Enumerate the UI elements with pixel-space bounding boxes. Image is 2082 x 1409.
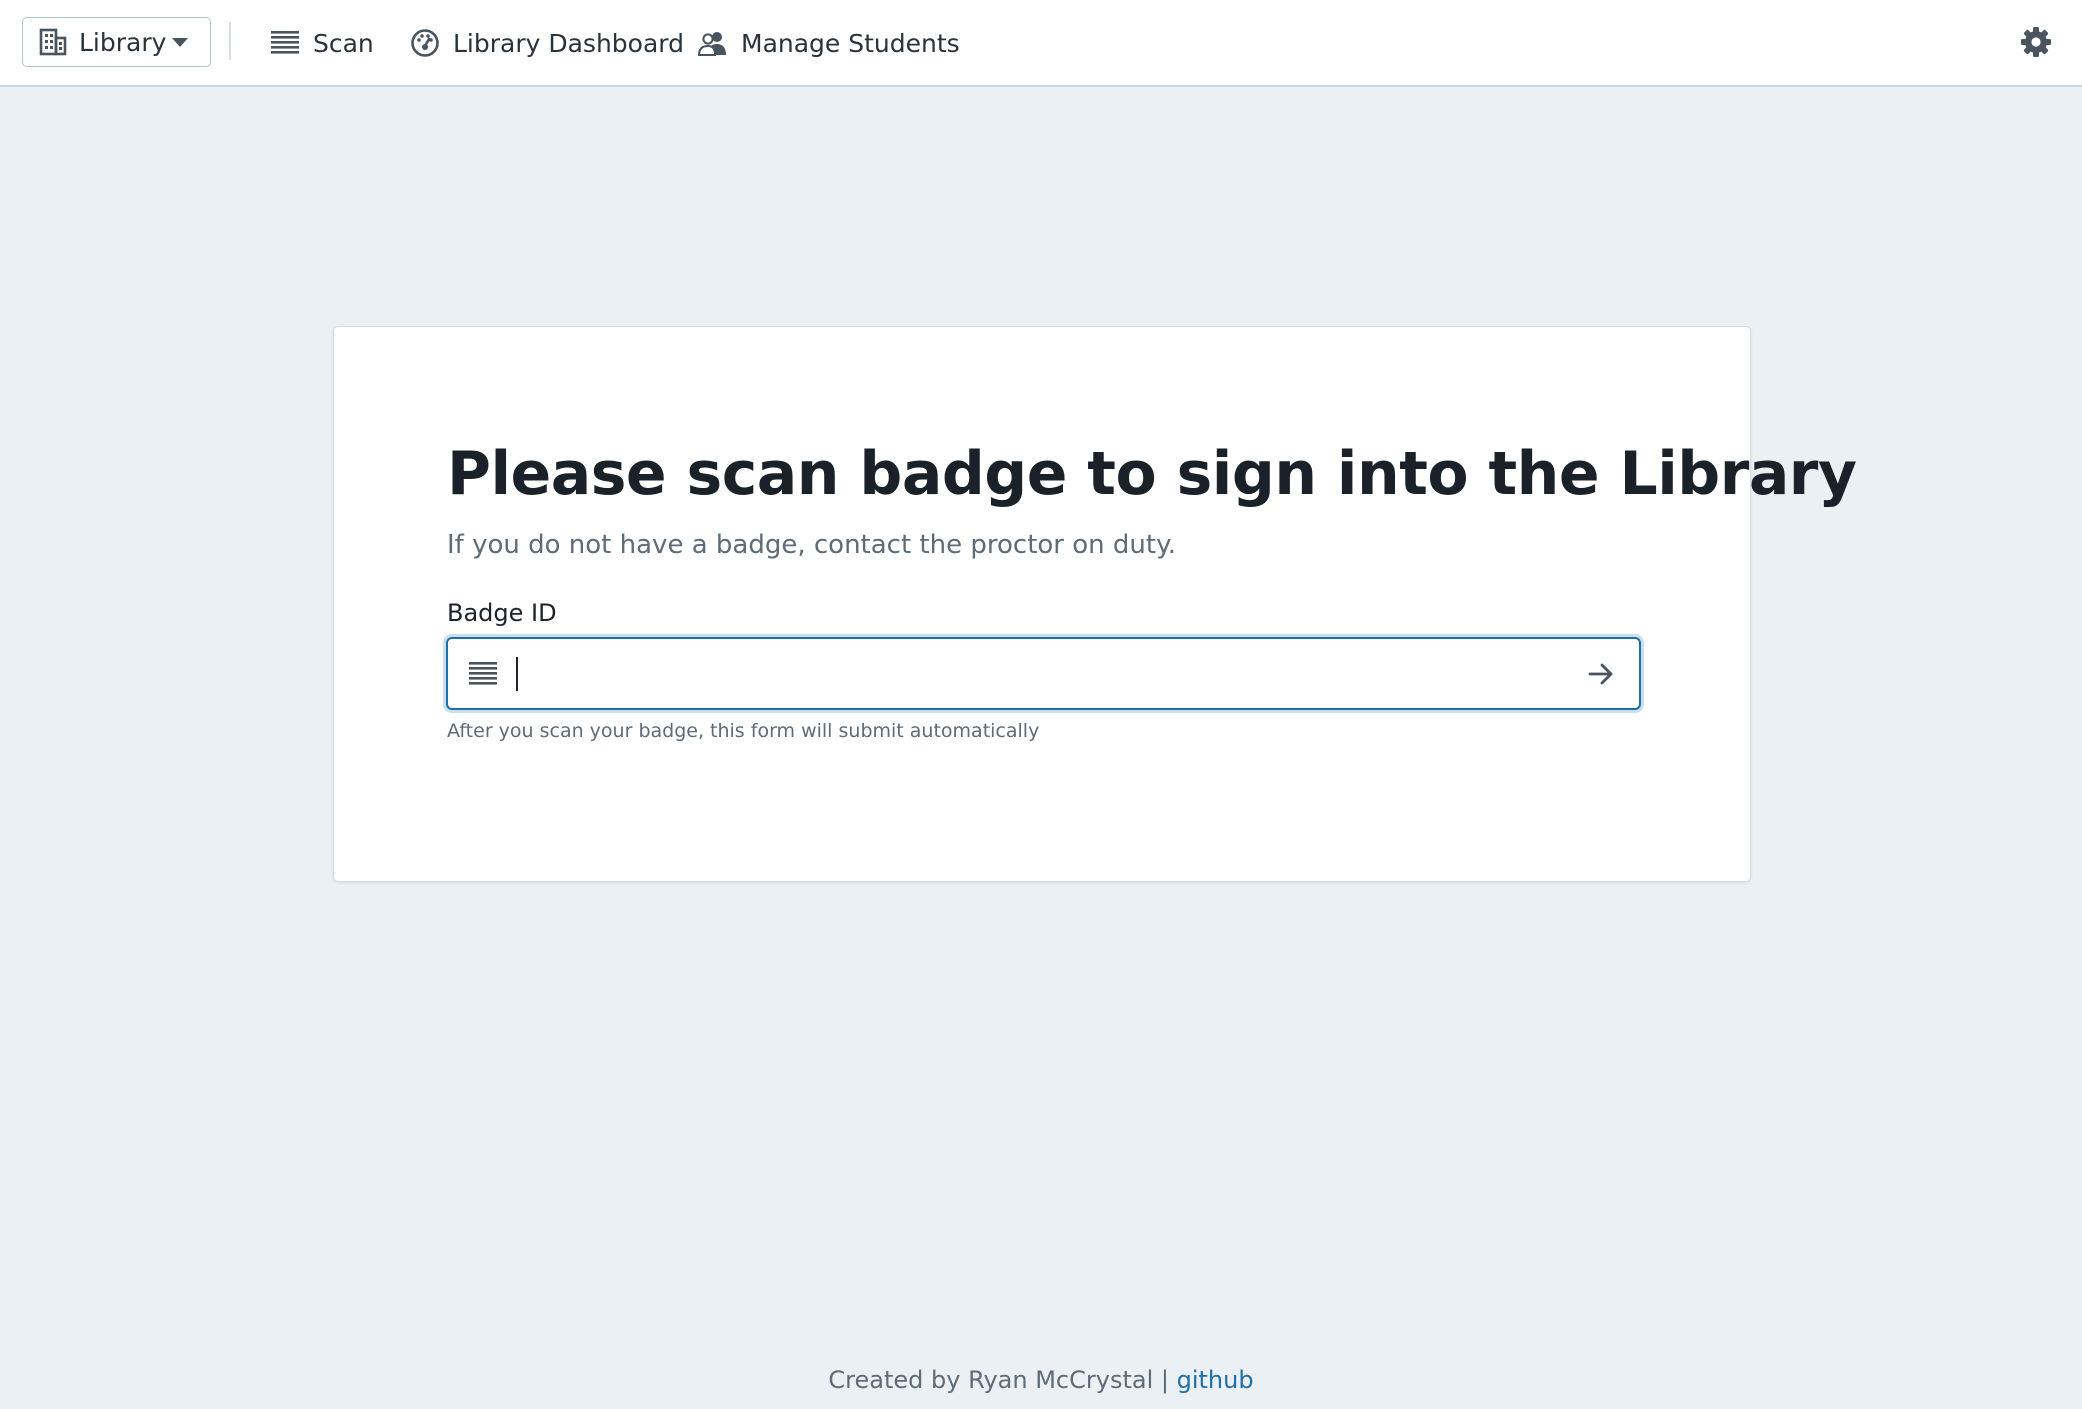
nav-item-manage-students-label: Manage Students [741,28,960,58]
chevron-down-icon [172,38,188,47]
page-footer: Created by Ryan McCrystal | github [0,1366,2082,1394]
barcode-icon [271,31,299,54]
badge-input-group [446,637,1641,710]
badge-help-text: After you scan your badge, this form wil… [447,720,1040,742]
submit-button[interactable] [1571,644,1631,704]
nav-item-scan-label: Scan [313,28,374,58]
badge-id-label: Badge ID [447,599,557,627]
badge-id-input[interactable] [514,643,1571,704]
nav-divider [229,22,231,60]
page-title: Please scan badge to sign into the Libra… [447,439,1857,509]
building-icon [39,28,67,56]
top-navbar: Library Scan Library Dashboard Manage St… [0,0,2082,87]
location-label: Library [79,27,167,57]
text-cursor [516,657,518,691]
nav-item-manage-students[interactable]: Manage Students [698,22,960,64]
location-dropdown-button[interactable]: Library [22,17,211,67]
gear-icon[interactable] [2020,26,2052,58]
nav-item-library-dashboard-label: Library Dashboard [453,28,684,58]
nav-item-scan[interactable]: Scan [270,22,374,64]
sign-in-card: Please scan badge to sign into the Libra… [333,326,1857,882]
github-link[interactable]: github [1177,1366,1254,1394]
gauge-icon [411,29,439,57]
nav-item-library-dashboard[interactable]: Library Dashboard [410,22,684,64]
page-subtitle: If you do not have a badge, contact the … [447,530,1177,560]
barcode-icon [469,661,497,685]
users-icon [698,32,726,56]
footer-credit: Created by Ryan McCrystal | [828,1366,1169,1394]
arrow-right-icon [1588,663,1613,684]
